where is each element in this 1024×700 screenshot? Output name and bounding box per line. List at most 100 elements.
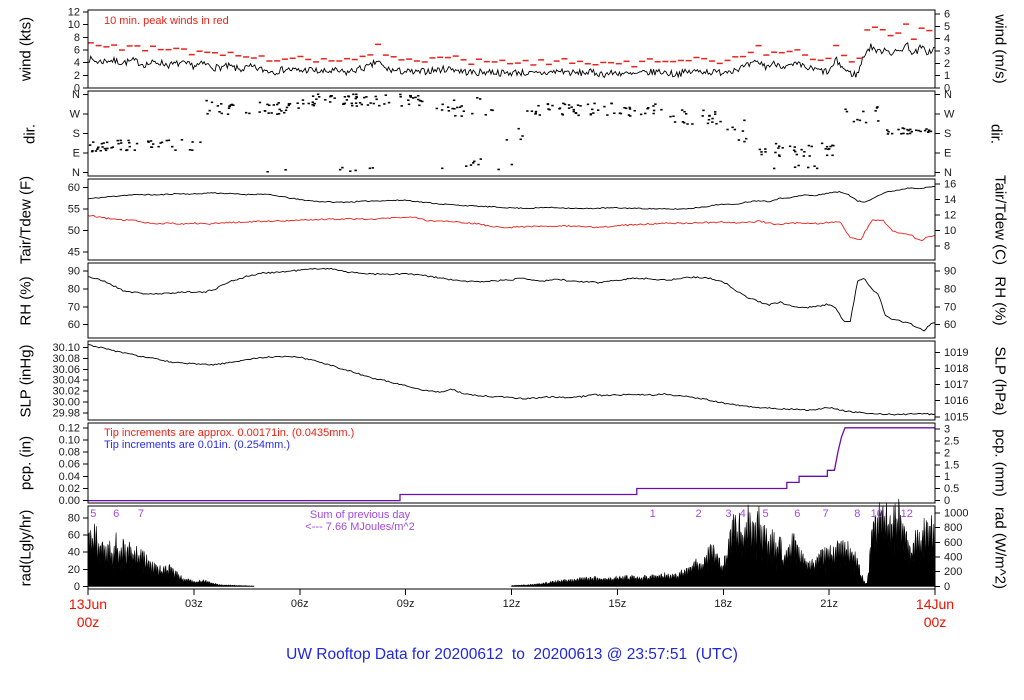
svg-text:80: 80 bbox=[68, 512, 80, 524]
svg-text:N: N bbox=[72, 89, 80, 101]
svg-text:400: 400 bbox=[944, 551, 962, 563]
chart-plot-area: 0 2 4 6 8 10 12 0 1 2 3 4 5 6 N W S E N N W S E N 45 50 55 60 8 10 12 1… bbox=[0, 0, 1024, 700]
svg-text:1018: 1018 bbox=[944, 363, 968, 375]
svg-text:0.10: 0.10 bbox=[59, 434, 80, 446]
svg-text:6: 6 bbox=[113, 508, 119, 520]
svg-text:00z: 00z bbox=[77, 614, 100, 630]
svg-text:2: 2 bbox=[944, 58, 950, 70]
svg-text:6: 6 bbox=[944, 9, 950, 21]
svg-text:1000: 1000 bbox=[944, 507, 968, 519]
svg-text:30.06: 30.06 bbox=[52, 364, 80, 376]
svg-text:N: N bbox=[72, 167, 80, 179]
svg-text:80: 80 bbox=[68, 283, 80, 295]
tair-right-axis-label: Tair/Tdew (C) bbox=[991, 174, 1009, 266]
dir-panel-border bbox=[87, 90, 936, 177]
tair-series-Tdew bbox=[87, 214, 936, 242]
rad-series-rad-evening bbox=[87, 523, 255, 587]
svg-text:30.04: 30.04 bbox=[52, 375, 80, 387]
pcp-tip-note-blue: Tip increments are 0.01in. (0.254mm.) bbox=[104, 439, 291, 451]
svg-text:1: 1 bbox=[944, 70, 950, 82]
svg-text:16: 16 bbox=[944, 179, 956, 191]
svg-text:12: 12 bbox=[901, 508, 913, 520]
svg-text:30.02: 30.02 bbox=[52, 386, 80, 398]
dir-scatter bbox=[88, 93, 933, 173]
wind-peaks bbox=[87, 23, 933, 68]
svg-text:8: 8 bbox=[74, 32, 80, 44]
svg-text:55: 55 bbox=[68, 204, 80, 216]
svg-text:50: 50 bbox=[68, 225, 80, 237]
svg-text:10: 10 bbox=[944, 225, 956, 237]
slp-left-axis-label: SLP (inHg) bbox=[17, 344, 35, 418]
svg-text:2: 2 bbox=[695, 508, 701, 520]
svg-text:N: N bbox=[944, 167, 952, 179]
svg-text:1015: 1015 bbox=[944, 411, 968, 423]
svg-text:0.04: 0.04 bbox=[59, 471, 80, 483]
svg-text:03z: 03z bbox=[185, 598, 203, 610]
svg-text:12z: 12z bbox=[503, 598, 521, 610]
svg-text:5: 5 bbox=[90, 508, 96, 520]
svg-text:0: 0 bbox=[74, 581, 80, 593]
dir-panel: NWSENNWSEN bbox=[70, 89, 955, 179]
svg-text:12: 12 bbox=[68, 6, 80, 18]
svg-text:4: 4 bbox=[74, 57, 80, 69]
svg-text:21z: 21z bbox=[820, 598, 838, 610]
chart-title: UW Rooftop Data for 20200612 to 20200613… bbox=[286, 646, 738, 663]
slp-panel: 29.9830.0030.0230.0430.0630.0830.10 1015 1… bbox=[52, 340, 968, 423]
slp-right-axis-label: SLP (hPa) bbox=[991, 346, 1009, 416]
tair-panel-border bbox=[87, 178, 936, 261]
svg-text:30.00: 30.00 bbox=[52, 397, 80, 409]
svg-text:5: 5 bbox=[944, 21, 950, 33]
svg-text:E: E bbox=[944, 148, 951, 160]
chart-svg: 0246810120123456NWSENNWSEN45505560810121… bbox=[52, 6, 968, 630]
svg-text:18z: 18z bbox=[714, 598, 732, 610]
slp-series-SLP bbox=[87, 344, 936, 416]
dir-left-axis-label: dir. bbox=[21, 123, 39, 145]
rh-series-RH bbox=[87, 267, 936, 332]
svg-text:0.02: 0.02 bbox=[59, 483, 80, 495]
svg-text:8: 8 bbox=[944, 241, 950, 253]
svg-text:30.08: 30.08 bbox=[52, 353, 80, 365]
rad-mjoule-milestones: 5 6 7 1 2 3 4 5 6 7 8 10 12 bbox=[90, 508, 913, 520]
svg-text:8: 8 bbox=[854, 508, 860, 520]
svg-text:W: W bbox=[944, 108, 955, 120]
svg-text:40: 40 bbox=[68, 547, 80, 559]
svg-text:6: 6 bbox=[794, 508, 800, 520]
svg-text:06z: 06z bbox=[291, 598, 309, 610]
rh-panel-border bbox=[87, 262, 936, 339]
svg-text:30.10: 30.10 bbox=[52, 342, 80, 354]
svg-text:0.5: 0.5 bbox=[944, 483, 959, 495]
pcp-left-axis-label: pcp. (in) bbox=[17, 435, 35, 491]
svg-text:15z: 15z bbox=[609, 598, 627, 610]
svg-text:60: 60 bbox=[68, 319, 80, 331]
svg-text:0: 0 bbox=[944, 495, 950, 507]
svg-text:E: E bbox=[73, 148, 80, 160]
weather-chart-page: 0 2 4 6 8 10 12 0 1 2 3 4 5 6 N W S E N N W S E N 45 50 55 60 8 10 12 1… bbox=[0, 0, 1024, 700]
wind-left-axis-label: wind (kts) bbox=[17, 16, 35, 82]
svg-text:60: 60 bbox=[944, 319, 956, 331]
svg-text:4: 4 bbox=[944, 33, 950, 45]
svg-text:09z: 09z bbox=[397, 598, 415, 610]
svg-text:0.12: 0.12 bbox=[59, 422, 80, 434]
svg-text:2.5: 2.5 bbox=[944, 435, 959, 447]
svg-text:12: 12 bbox=[944, 210, 956, 222]
svg-text:600: 600 bbox=[944, 537, 962, 549]
svg-text:2: 2 bbox=[944, 447, 950, 459]
svg-text:S: S bbox=[73, 128, 80, 140]
wind-series-wind-speed bbox=[87, 42, 935, 79]
svg-text:1: 1 bbox=[944, 471, 950, 483]
svg-text:90: 90 bbox=[944, 266, 956, 278]
svg-text:20: 20 bbox=[68, 564, 80, 576]
svg-text:0.06: 0.06 bbox=[59, 459, 80, 471]
svg-text:4: 4 bbox=[740, 508, 746, 520]
svg-text:1017: 1017 bbox=[944, 379, 968, 391]
tair-left-axis-label: Tair/Tdew (F) bbox=[17, 175, 35, 265]
svg-text:200: 200 bbox=[944, 566, 962, 578]
svg-text:70: 70 bbox=[68, 301, 80, 313]
rh-right-axis-label: RH (%) bbox=[991, 276, 1009, 326]
svg-text:90: 90 bbox=[68, 266, 80, 278]
svg-text:N: N bbox=[944, 89, 952, 101]
svg-text:13Jun: 13Jun bbox=[69, 596, 107, 612]
svg-text:0: 0 bbox=[944, 581, 950, 593]
rad-right-axis-label: rad (W/m^2) bbox=[991, 506, 1009, 590]
svg-text:60: 60 bbox=[68, 530, 80, 542]
